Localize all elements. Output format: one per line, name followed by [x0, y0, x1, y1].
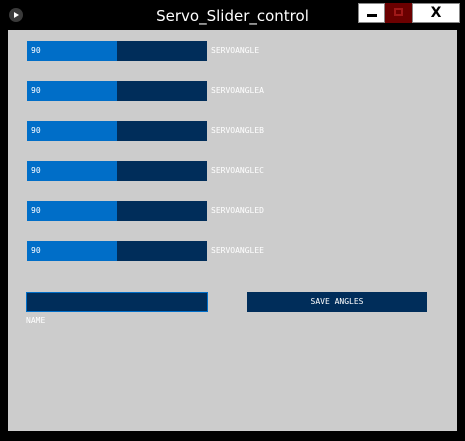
- slider-servoangleb[interactable]: 90 SERVOANGLEB: [27, 121, 264, 141]
- slider-value: 90: [31, 206, 41, 215]
- slider-value: 90: [31, 126, 41, 135]
- slider-servoangle[interactable]: 90 SERVOANGLE: [27, 41, 259, 61]
- slider-servoangled[interactable]: 90 SERVOANGLED: [27, 201, 264, 221]
- slider-servoanglec[interactable]: 90 SERVOANGLEC: [27, 161, 264, 181]
- slider-value: 90: [31, 246, 41, 255]
- slider-value: 90: [31, 46, 41, 55]
- maximize-icon: [394, 8, 403, 16]
- maximize-button[interactable]: [385, 3, 412, 23]
- slider-label: SERVOANGLEE: [211, 246, 264, 255]
- name-label: NAME: [26, 316, 46, 325]
- app-window: Servo_Slider_control X 90 SERVOANGLE 90 …: [0, 0, 465, 441]
- title-bar[interactable]: Servo_Slider_control X: [0, 0, 465, 30]
- slider-value: 90: [31, 166, 41, 175]
- close-button[interactable]: X: [412, 3, 460, 23]
- slider-label: SERVOANGLEA: [211, 86, 264, 95]
- slider-servoanglea[interactable]: 90 SERVOANGLEA: [27, 81, 264, 101]
- minimize-button[interactable]: [358, 3, 385, 23]
- slider-servoanglee[interactable]: 90 SERVOANGLEE: [27, 241, 264, 261]
- slider-label: SERVOANGLED: [211, 206, 264, 215]
- sketch-canvas: 90 SERVOANGLE 90 SERVOANGLEA 90 SERVOANG…: [8, 30, 457, 431]
- name-input[interactable]: [26, 292, 208, 312]
- save-angles-button[interactable]: SAVE ANGLES: [247, 292, 427, 312]
- slider-label: SERVOANGLEB: [211, 126, 264, 135]
- minimize-icon: [367, 14, 377, 17]
- slider-label: SERVOANGLE: [211, 46, 260, 55]
- slider-value: 90: [31, 86, 41, 95]
- slider-label: SERVOANGLEC: [211, 166, 264, 175]
